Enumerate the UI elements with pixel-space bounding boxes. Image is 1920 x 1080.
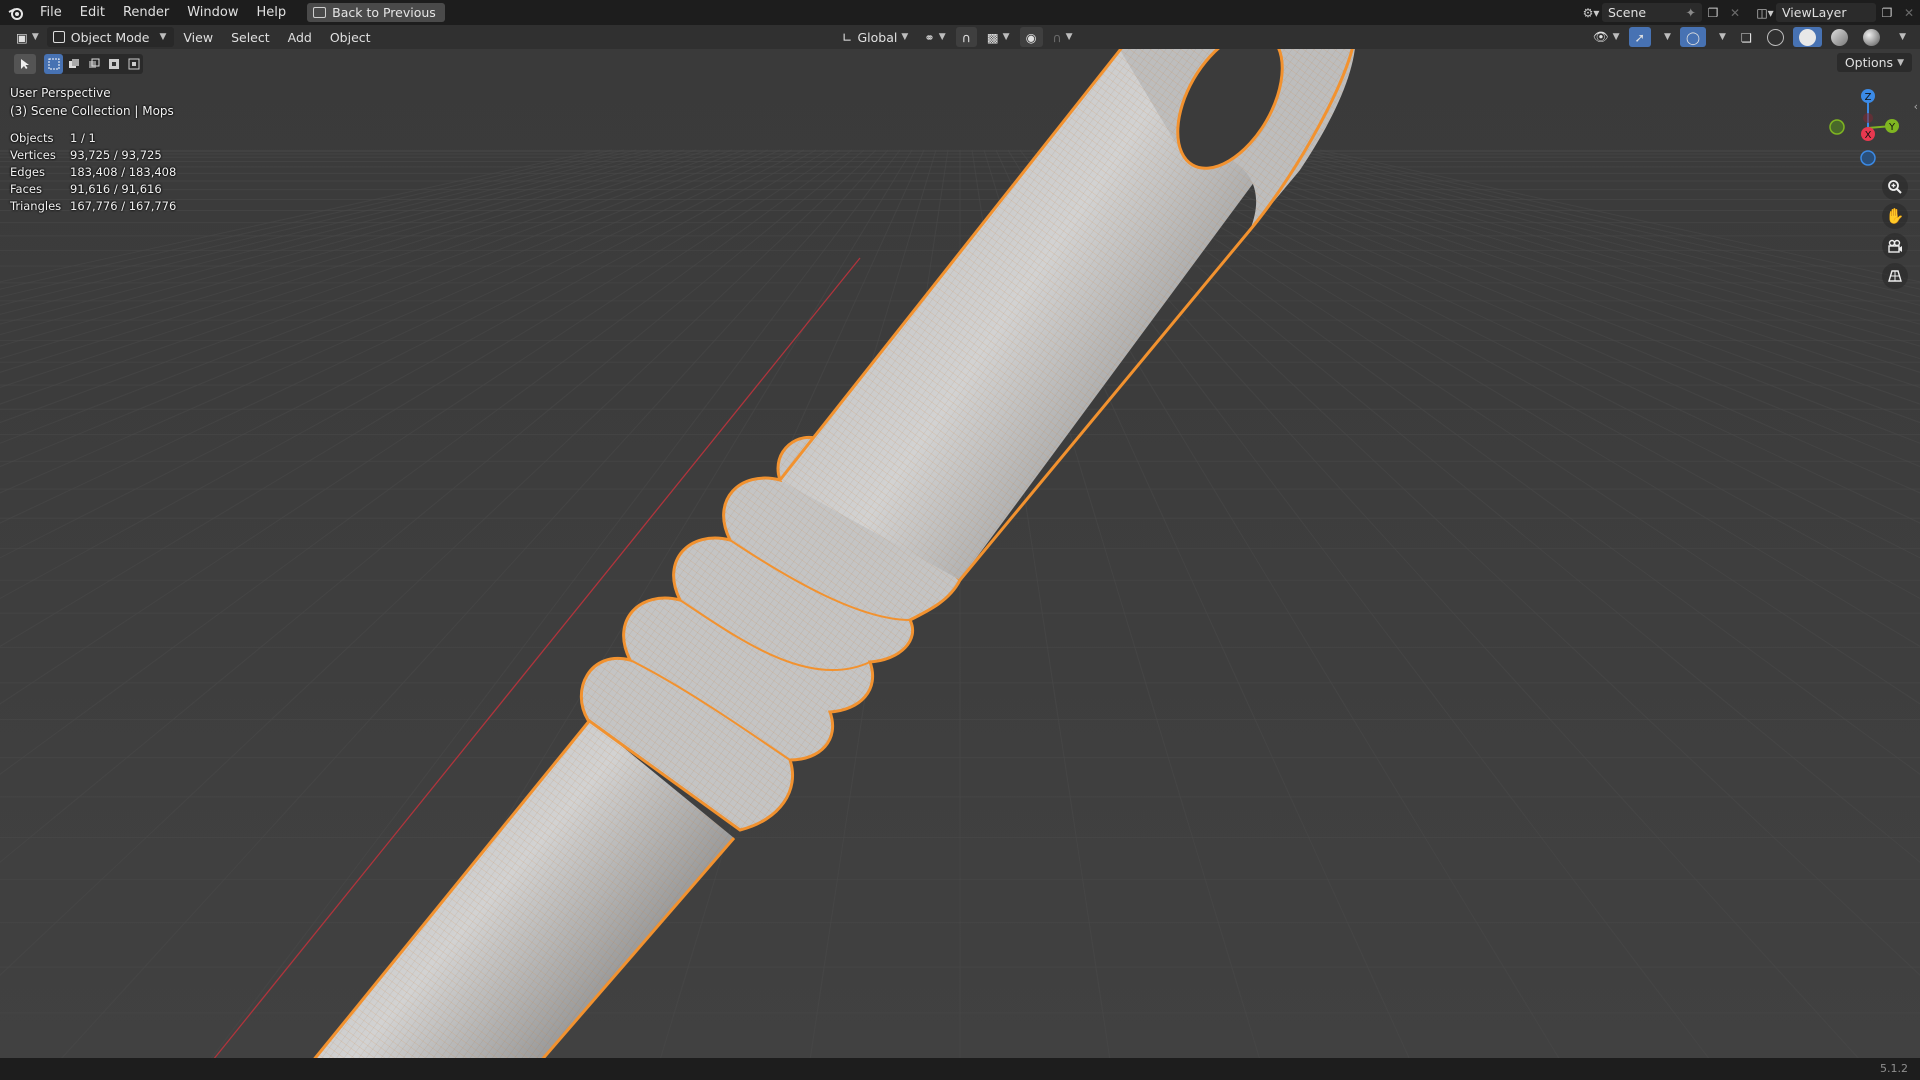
gizmo-z-label: Z <box>1865 92 1872 103</box>
object-mode-dropdown[interactable]: Object Mode ▼ <box>46 27 175 47</box>
stat-row: Vertices 93,725 / 93,725 <box>10 147 176 164</box>
stat-value: 93,725 / 93,725 <box>70 148 162 162</box>
back-to-previous-label: Back to Previous <box>332 5 436 20</box>
stat-row: Triangles 167,776 / 167,776 <box>10 198 176 215</box>
gizmo-neg-z-axis[interactable] <box>1860 150 1876 166</box>
options-dropdown[interactable]: Options ▼ <box>1836 53 1912 72</box>
ortho-toggle-icon[interactable] <box>1882 263 1908 289</box>
scene-field[interactable]: Scene ✦ <box>1602 3 1702 22</box>
stat-value: 183,408 / 183,408 <box>70 165 177 179</box>
overlay-icon[interactable]: ◯ <box>1679 27 1706 47</box>
menu-object[interactable]: Object <box>321 30 380 45</box>
visibility-icon[interactable]: 👁 ▼ <box>1587 27 1626 47</box>
chevron-down-icon: ▼ <box>1897 57 1904 68</box>
select-extend-icon[interactable] <box>64 54 83 74</box>
gizmo-x-label: X <box>1865 130 1872 141</box>
gizmo-dropdown-icon[interactable]: ▼ <box>1654 27 1677 47</box>
select-subtract-icon[interactable] <box>84 54 103 74</box>
stat-label: Faces <box>10 182 42 196</box>
menu-select[interactable]: Select <box>222 30 279 45</box>
menu-render[interactable]: Render <box>114 0 178 25</box>
stat-label: Vertices <box>10 148 56 162</box>
editor-type-icon[interactable]: ▣ ▼ <box>10 27 45 47</box>
stat-label: Objects <box>10 131 54 145</box>
menu-window[interactable]: Window <box>178 0 247 25</box>
gizmo-icon[interactable]: ➚ <box>1628 27 1652 47</box>
menu-help[interactable]: Help <box>248 0 296 25</box>
options-label: Options <box>1844 55 1894 70</box>
wireframe-shading-icon[interactable] <box>1761 27 1790 47</box>
stat-value: 1 / 1 <box>70 131 96 145</box>
viewport-text-overlay: User Perspective (3) Scene Collection | … <box>10 84 174 120</box>
viewlayer-field[interactable]: ViewLayer <box>1776 3 1876 22</box>
back-icon <box>313 7 327 18</box>
rendered-shading-icon[interactable] <box>1857 27 1886 47</box>
delete-scene-icon[interactable]: ✕ <box>1724 3 1746 22</box>
stat-row: Faces 91,616 / 91,616 <box>10 181 176 198</box>
status-bar: 5.1.2 <box>0 1058 1920 1080</box>
proportional-icon[interactable]: ◉ <box>1019 27 1043 47</box>
view-name: User Perspective <box>10 86 111 100</box>
select-tool-icon[interactable] <box>14 54 36 74</box>
transform-orientation-dropdown[interactable]: ∟ Global ▼ <box>836 27 914 47</box>
pan-icon[interactable]: ✋ <box>1882 203 1908 229</box>
menu-file[interactable]: File <box>31 0 71 25</box>
scene-statistics: Objects 1 / 1 Vertices 93,725 / 93,725 Edg… <box>10 130 176 215</box>
pivot-icon[interactable]: ⚭ ▼ <box>918 27 951 47</box>
menu-add[interactable]: Add <box>279 30 321 45</box>
blender-logo-icon[interactable] <box>7 4 25 22</box>
xray-icon[interactable]: ❏ <box>1735 27 1758 47</box>
stat-value: 167,776 / 167,776 <box>70 199 177 213</box>
orientation-icon: ∟ <box>842 29 853 45</box>
viewlayer-name: ViewLayer <box>1782 5 1847 20</box>
gizmo-y-label: Y <box>1888 122 1896 133</box>
viewport-header: ▣ ▼ Object Mode ▼ View Select Add Object … <box>0 25 1920 49</box>
zoom-icon[interactable] <box>1882 174 1908 200</box>
new-viewlayer-icon[interactable]: ❐ <box>1876 3 1898 22</box>
select-new-icon[interactable] <box>44 54 63 74</box>
top-bar: File Edit Render Window Help Back to Pre… <box>0 0 1920 25</box>
shading-dropdown-icon[interactable]: ▼ <box>1889 27 1912 47</box>
stat-label: Triangles <box>10 199 62 213</box>
falloff-icon[interactable]: ∩ ▼ <box>1047 27 1079 47</box>
select-invert-icon[interactable] <box>104 54 123 74</box>
menu-view[interactable]: View <box>174 30 222 45</box>
chevron-down-icon: ▼ <box>901 32 909 42</box>
object-mode-label: Object Mode <box>70 29 150 45</box>
scene-icon[interactable]: ⚙▾ <box>1580 3 1602 22</box>
overlay-dropdown-icon[interactable]: ▼ <box>1709 27 1732 47</box>
solid-shading-icon[interactable] <box>1793 27 1823 47</box>
chevron-down-icon: ▼ <box>159 32 167 42</box>
gizmo-neg-y-axis[interactable] <box>1829 119 1845 135</box>
navigation-gizmo[interactable]: Z Y X <box>1820 84 1900 170</box>
snap-icon[interactable]: ∩ <box>955 27 977 47</box>
stat-row: Objects 1 / 1 <box>10 130 176 147</box>
delete-viewlayer-icon[interactable]: ✕ <box>1898 3 1920 22</box>
back-to-previous-button[interactable]: Back to Previous <box>307 3 445 22</box>
camera-icon[interactable] <box>1882 233 1908 259</box>
menu-edit[interactable]: Edit <box>71 0 114 25</box>
gizmo-neg-x-axis[interactable] <box>1863 113 1873 123</box>
stat-row: Edges 183,408 / 183,408 <box>10 164 176 181</box>
select-intersect-icon[interactable] <box>124 54 143 74</box>
3d-viewport[interactable] <box>0 0 1920 1080</box>
material-shading-icon[interactable] <box>1825 27 1854 47</box>
stat-label: Edges <box>10 165 45 179</box>
pin-icon[interactable]: ✦ <box>1686 5 1696 20</box>
object-mode-icon <box>52 31 65 43</box>
sidebar-toggle-icon[interactable]: ‹ <box>1914 100 1918 113</box>
viewlayer-icon[interactable]: ◫▾ <box>1754 3 1776 22</box>
tool-row <box>0 49 1920 75</box>
collection-name: (3) Scene Collection | Mops <box>10 104 174 118</box>
version-label: 5.1.2 <box>1880 1062 1908 1075</box>
selection-mode-group <box>44 54 143 74</box>
new-scene-icon[interactable]: ❐ <box>1702 3 1724 22</box>
scene-name: Scene <box>1608 5 1647 20</box>
stat-value: 91,616 / 91,616 <box>70 182 162 196</box>
snap-target-icon[interactable]: ▩ ▼ <box>981 27 1016 47</box>
orientation-label: Global <box>857 29 898 45</box>
